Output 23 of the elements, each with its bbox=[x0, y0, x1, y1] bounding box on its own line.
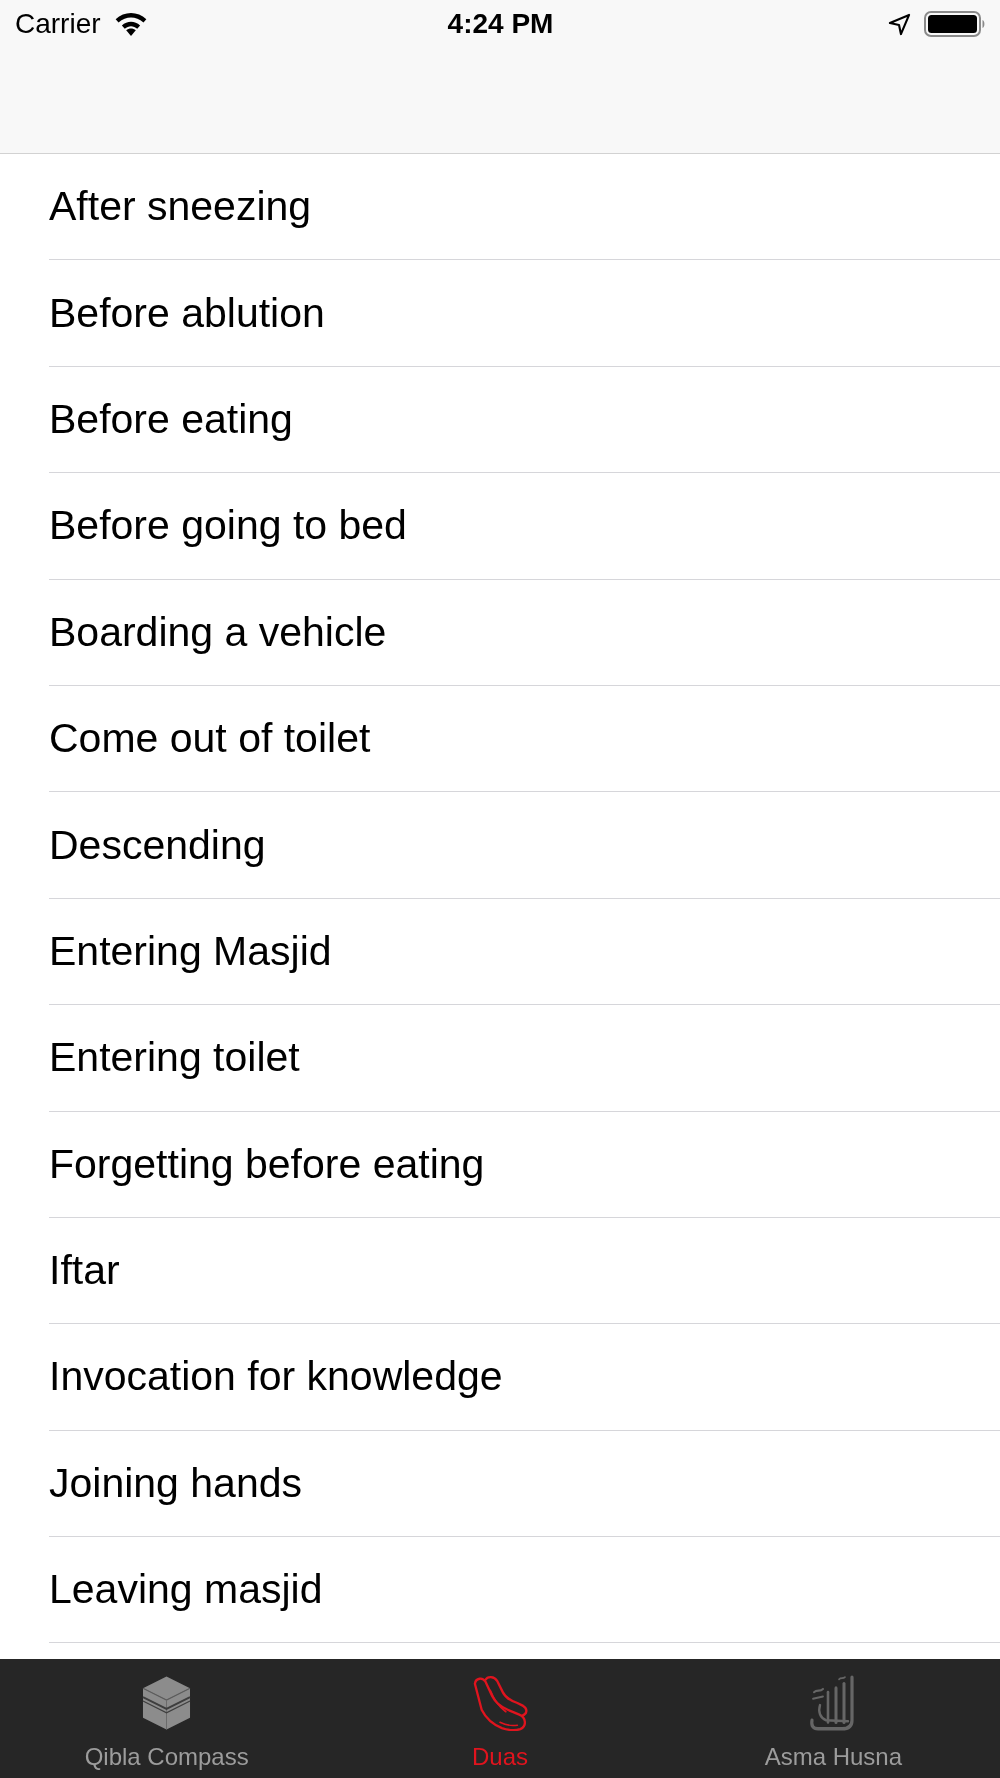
list-item[interactable]: Leaving masjid bbox=[49, 1537, 1000, 1644]
list-item[interactable]: Descending bbox=[49, 792, 1000, 899]
list-item[interactable]: Before going to bed bbox=[49, 473, 1000, 580]
list-item[interactable]: Come out of toilet bbox=[49, 685, 1000, 793]
list-item[interactable]: Invocation for knowledge bbox=[49, 1324, 1000, 1431]
location-arrow-icon bbox=[888, 12, 911, 36]
wifi-icon bbox=[114, 12, 147, 36]
carrier-name: Carrier bbox=[15, 8, 101, 40]
praying-hands-icon bbox=[471, 1675, 529, 1731]
battery-icon bbox=[924, 11, 986, 37]
list-item[interactable]: Forgetting before eating bbox=[49, 1111, 1000, 1218]
list-item[interactable]: After sneezing bbox=[49, 154, 1000, 261]
cube-icon bbox=[142, 1675, 192, 1731]
tab[interactable]: Qibla Compass bbox=[84, 1659, 249, 1775]
tab[interactable]: Asma Husna bbox=[764, 1659, 902, 1775]
list-item[interactable]: Entering toilet bbox=[49, 1005, 1000, 1112]
list-item[interactable]: Boarding a vehicle bbox=[49, 579, 1000, 686]
list-item[interactable]: Joining hands bbox=[49, 1430, 1000, 1538]
list-item[interactable]: Before eating bbox=[49, 366, 1000, 474]
clock-time: 4:24 PM bbox=[447, 8, 554, 40]
list-item[interactable]: Before ablution bbox=[49, 260, 1000, 367]
list-item[interactable]: Entering Masjid bbox=[49, 898, 1000, 1006]
list-item[interactable]: Iftar bbox=[49, 1217, 1000, 1325]
